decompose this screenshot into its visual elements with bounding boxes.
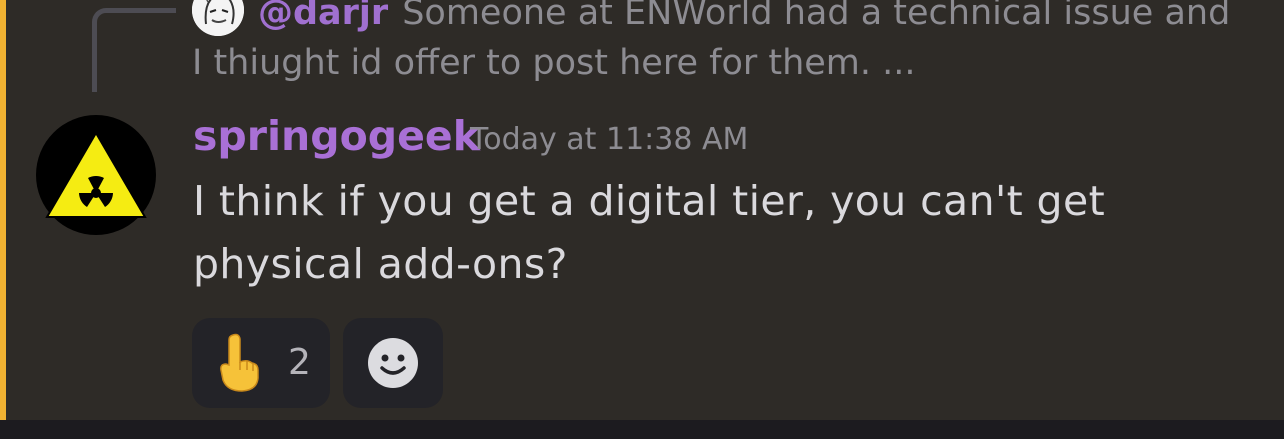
reply-author-name[interactable]: @darjr — [258, 0, 388, 33]
author-avatar[interactable] — [36, 115, 156, 235]
message-timestamp: Today at 11:38 AM — [470, 122, 749, 157]
smiley-add-icon — [368, 338, 418, 388]
message-author[interactable]: springogeek — [193, 108, 480, 164]
reaction-point-up[interactable]: 2 — [192, 318, 330, 408]
bottom-bar — [0, 420, 1284, 439]
add-reaction-button[interactable] — [343, 318, 443, 408]
point-up-emoji-icon — [220, 333, 259, 392]
message-text: I think if you get a digital tier, you c… — [193, 177, 1106, 288]
reply-connector — [92, 8, 176, 92]
radiation-warning-icon — [45, 131, 147, 218]
reply-preview-text: Someone at ENWorld had a technical issue… — [402, 0, 1231, 33]
reaction-count: 2 — [288, 342, 311, 383]
reply-preview[interactable]: @darjr Someone at ENWorld had a technical… — [192, 0, 1252, 42]
mention-highlight-bar — [0, 0, 6, 420]
message-area: @darjr Someone at ENWorld had a technical… — [0, 0, 1284, 420]
reply-preview-text-continued[interactable]: I thiught id offer to post here for them… — [192, 38, 916, 88]
